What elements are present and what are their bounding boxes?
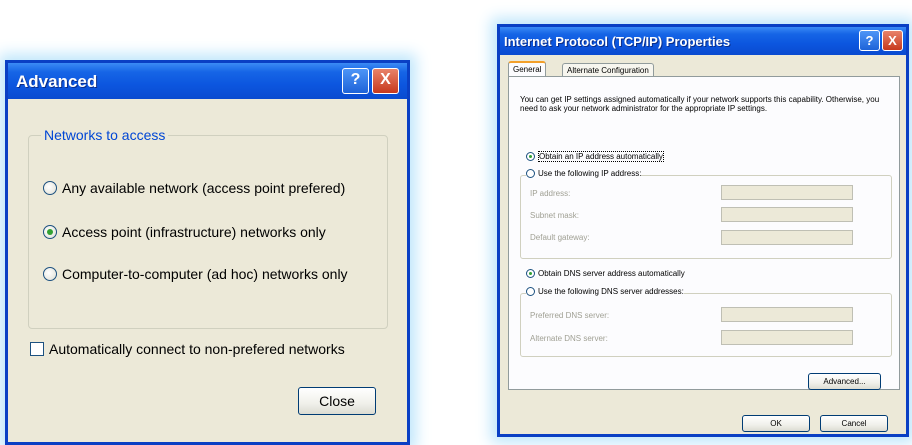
radio-label: Any available network (access point pref… (62, 180, 346, 196)
radio-ad-hoc[interactable]: Computer-to-computer (ad hoc) networks o… (43, 266, 348, 282)
close-icon[interactable]: X (882, 30, 903, 51)
help-icon[interactable]: ? (342, 68, 369, 94)
radio-label: Use the following DNS server addresses: (538, 287, 684, 296)
alternate-dns-field (721, 330, 853, 345)
tcpip-title-bar[interactable]: Internet Protocol (TCP/IP) Properties ? … (500, 27, 906, 55)
radio-button-selected[interactable] (43, 225, 57, 239)
radio-any-network[interactable]: Any available network (access point pref… (43, 180, 345, 196)
close-icon[interactable]: X (372, 68, 399, 94)
radio-button[interactable] (526, 169, 535, 178)
advanced-dialog-title: Advanced (16, 72, 98, 91)
alternate-dns-label: Alternate DNS server: (530, 334, 608, 343)
radio-label: Access point (infrastructure) networks o… (62, 224, 326, 240)
advanced-dialog: Advanced ? X Networks to access Any avai… (5, 60, 410, 445)
preferred-dns-field (721, 307, 853, 322)
radio-label: Obtain an IP address automatically (538, 151, 664, 162)
radio-ip-auto[interactable]: Obtain an IP address automatically (526, 151, 664, 162)
tcpip-properties-dialog: Internet Protocol (TCP/IP) Properties ? … (497, 24, 909, 437)
description-text: You can get IP settings assigned automat… (520, 95, 880, 113)
help-icon[interactable]: ? (859, 30, 880, 51)
advanced-button[interactable]: Advanced... (808, 373, 881, 390)
radio-button[interactable] (43, 267, 57, 281)
radio-dns-auto[interactable]: Obtain DNS server address automatically (526, 269, 685, 278)
radio-button-selected[interactable] (526, 269, 535, 278)
ok-button[interactable]: OK (742, 415, 810, 432)
tab-alternate-configuration[interactable]: Alternate Configuration (562, 63, 654, 77)
radio-button-selected[interactable] (526, 152, 535, 161)
radio-label: Use the following IP address: (538, 169, 642, 178)
tab-general[interactable]: General (508, 61, 547, 76)
auto-connect-checkbox[interactable]: Automatically connect to non-prefered ne… (30, 341, 345, 357)
advanced-title-bar[interactable]: Advanced ? X (8, 63, 407, 99)
default-gateway-field (721, 230, 853, 245)
radio-label: Obtain DNS server address automatically (538, 269, 685, 278)
radio-access-point[interactable]: Access point (infrastructure) networks o… (43, 224, 326, 240)
checkbox-label: Automatically connect to non-prefered ne… (49, 341, 345, 357)
checkbox[interactable] (30, 342, 44, 356)
radio-label: Computer-to-computer (ad hoc) networks o… (62, 266, 348, 282)
preferred-dns-label: Preferred DNS server: (530, 311, 610, 320)
subnet-mask-label: Subnet mask: (530, 211, 579, 220)
group-title: Networks to access (41, 127, 169, 143)
radio-ip-manual[interactable]: Use the following IP address: (526, 169, 642, 178)
ip-address-field (721, 185, 853, 200)
dns-settings-group (520, 293, 892, 357)
radio-button[interactable] (526, 287, 535, 296)
close-button[interactable]: Close (298, 387, 376, 415)
cancel-button[interactable]: Cancel (820, 415, 888, 432)
subnet-mask-field (721, 207, 853, 222)
default-gateway-label: Default gateway: (530, 233, 590, 242)
radio-dns-manual[interactable]: Use the following DNS server addresses: (526, 287, 684, 296)
tcpip-dialog-title: Internet Protocol (TCP/IP) Properties (504, 34, 731, 49)
ip-address-label: IP address: (530, 189, 571, 198)
radio-button[interactable] (43, 181, 57, 195)
